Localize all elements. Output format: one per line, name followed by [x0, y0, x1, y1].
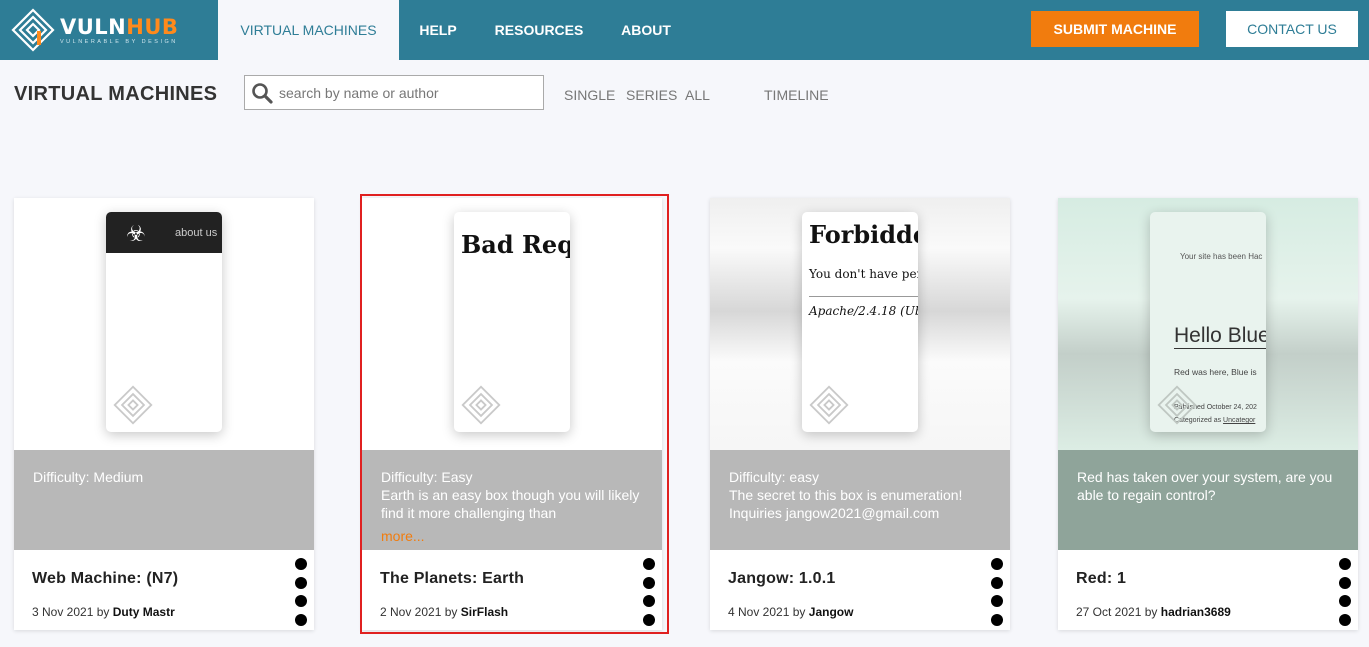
preview-divider [809, 296, 918, 297]
watermark-logo-icon [809, 385, 849, 425]
card-options-dots[interactable] [991, 558, 1003, 630]
watermark-logo-icon [113, 385, 153, 425]
nav-about[interactable]: ABOUT [612, 0, 680, 60]
by-label: by [792, 605, 806, 619]
author-link[interactable]: Duty Mastr [113, 605, 175, 619]
card-options-dots[interactable] [1339, 558, 1351, 630]
release-date: 27 Oct 2021 [1076, 605, 1142, 619]
preview-line: Red was here, Blue is [1174, 367, 1257, 377]
machine-description: Red has taken over your system, are you … [1058, 450, 1358, 550]
machine-title[interactable]: The Planets: Earth [380, 570, 524, 588]
preview-screenshot: Forbidden You don't have perm Apache/2.4… [802, 212, 918, 432]
release-date: 2 Nov 2021 [380, 605, 442, 619]
by-label: by [96, 605, 110, 619]
machine-meta: 4 Nov 2021 by Jangow [728, 605, 853, 619]
biohazard-icon: ☣ [126, 222, 146, 247]
release-date: 4 Nov 2021 [728, 605, 790, 619]
filter-all[interactable]: ALL [685, 87, 710, 103]
preview-screenshot: Your site has been Hac Hello Blue Red wa… [1150, 212, 1266, 432]
machine-meta: 3 Nov 2021 by Duty Mastr [32, 605, 175, 619]
preview-screenshot: ☣ about us [106, 212, 222, 432]
machine-preview-image[interactable]: Bad Requ [362, 198, 662, 450]
machine-meta: 2 Nov 2021 by SirFlash [380, 605, 508, 619]
machine-title[interactable]: Web Machine: (N7) [32, 570, 178, 588]
nav-resources[interactable]: RESOURCES [489, 0, 589, 60]
preview-screenshot: Bad Requ [454, 212, 570, 432]
description-text: Difficulty: easy The secret to this box … [729, 469, 963, 521]
machine-title[interactable]: Red: 1 [1076, 570, 1126, 588]
filter-series[interactable]: SERIES [626, 87, 677, 103]
filter-single[interactable]: SINGLE [564, 87, 615, 103]
submit-machine-button[interactable]: SUBMIT MACHINE [1031, 11, 1199, 47]
machine-description: Difficulty: easy The secret to this box … [710, 450, 1010, 550]
more-link[interactable]: more... [381, 527, 425, 545]
nav-virtual-machines[interactable]: VIRTUAL MACHINES [218, 0, 399, 60]
preview-heading: Bad Requ [461, 230, 570, 259]
preview-line: You don't have perm [809, 267, 918, 281]
machine-description: Difficulty: Medium [14, 450, 314, 550]
watermark-logo-icon [461, 385, 501, 425]
release-date: 3 Nov 2021 [32, 605, 94, 619]
nav-help[interactable]: HELP [411, 0, 465, 60]
author-link[interactable]: hadrian3689 [1161, 605, 1231, 619]
search-input[interactable] [279, 84, 529, 101]
search-icon [252, 82, 273, 104]
brand-name: VULNHUB [60, 14, 179, 39]
page-title: VIRTUAL MACHINES [14, 83, 218, 105]
machine-card[interactable]: Forbidden You don't have perm Apache/2.4… [710, 198, 1010, 630]
vulnhub-logo-icon [11, 8, 55, 52]
by-label: by [1144, 605, 1158, 619]
preview-line: Apache/2.4.18 (Ubu [809, 304, 918, 318]
brand-tagline: VULNERABLE BY DESIGN [60, 38, 178, 45]
machine-preview-image[interactable]: ☣ about us [14, 198, 314, 450]
filter-timeline[interactable]: TIMELINE [764, 87, 829, 103]
card-options-dots[interactable] [295, 558, 307, 630]
machine-card[interactable]: ☣ about us Difficulty: Medium Web Machin… [14, 198, 314, 630]
top-navbar: VULNHUB VULNERABLE BY DESIGN VIRTUAL MAC… [0, 0, 1369, 60]
author-link[interactable]: Jangow [809, 605, 854, 619]
machine-preview-image[interactable]: Your site has been Hac Hello Blue Red wa… [1058, 198, 1358, 450]
description-text: Difficulty: Easy Earth is an easy box th… [381, 469, 640, 521]
machine-title[interactable]: Jangow: 1.0.1 [728, 570, 836, 588]
preview-heading: Forbidden [809, 220, 918, 249]
preview-small-text: Your site has been Hac [1180, 252, 1263, 261]
machine-card[interactable]: Bad Requ Difficulty: Easy Earth is an ea… [362, 198, 662, 630]
machine-card[interactable]: Your site has been Hac Hello Blue Red wa… [1058, 198, 1358, 630]
author-link[interactable]: SirFlash [461, 605, 508, 619]
vulnhub-logo[interactable]: VULNHUB VULNERABLE BY DESIGN [10, 4, 218, 56]
card-options-dots[interactable] [643, 558, 655, 630]
machine-preview-image[interactable]: Forbidden You don't have perm Apache/2.4… [710, 198, 1010, 450]
contact-us-button[interactable]: CONTACT US [1226, 11, 1358, 47]
machine-meta: 27 Oct 2021 by hadrian3689 [1076, 605, 1231, 619]
description-text: Red has taken over your system, are you … [1077, 469, 1333, 503]
machine-description: Difficulty: Easy Earth is an easy box th… [362, 450, 662, 550]
by-label: by [444, 605, 458, 619]
watermark-logo-icon [1157, 385, 1197, 425]
search-box[interactable] [244, 75, 544, 110]
preview-heading: Hello Blue [1174, 324, 1266, 349]
preview-header-text: about us [175, 227, 218, 239]
description-text: Difficulty: Medium [33, 469, 144, 485]
